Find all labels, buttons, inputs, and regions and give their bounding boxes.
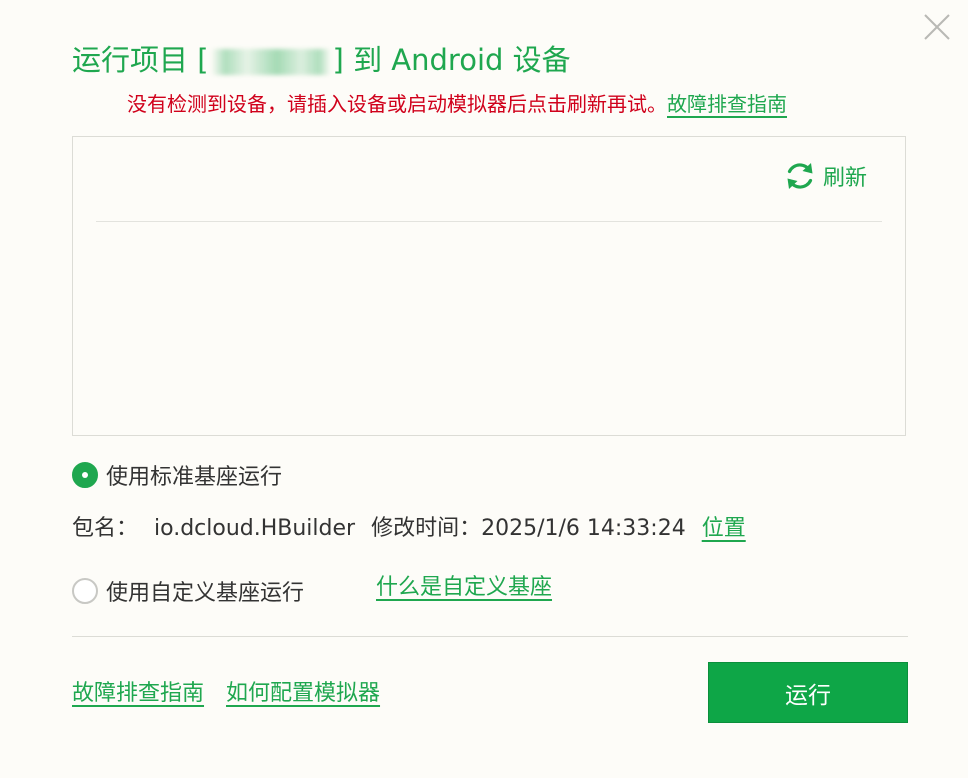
- dialog-title: 运行项目 [ ] 到 Android 设备: [72, 38, 571, 82]
- footer-divider: [72, 636, 908, 637]
- custom-base-label: 使用自定义基座运行: [106, 581, 305, 606]
- warning-troubleshoot-link[interactable]: 故障排查指南: [667, 92, 787, 116]
- standard-base-option[interactable]: 使用标准基座运行: [72, 459, 282, 491]
- modified-value: 2025/1/6 14:33:24: [481, 516, 686, 541]
- footer-troubleshoot-link[interactable]: 故障排查指南: [72, 681, 204, 706]
- package-info: 包名： io.dcloud.HBuilder 修改时间：2025/1/6 14:33…: [72, 512, 746, 546]
- close-icon: [924, 14, 950, 40]
- project-name-redacted: [209, 38, 333, 82]
- what-is-custom-base-link[interactable]: 什么是自定义基座: [376, 571, 552, 605]
- refresh-icon: [787, 163, 813, 189]
- standard-base-label: 使用标准基座运行: [106, 465, 283, 490]
- refresh-label: 刷新: [822, 166, 867, 191]
- warning-text: 没有检测到设备，请插入设备或启动模拟器后点击刷新再试。: [127, 92, 667, 116]
- standard-base-radio[interactable]: [72, 462, 98, 488]
- custom-base-radio[interactable]: [72, 578, 98, 604]
- package-label: 包名：: [72, 516, 139, 541]
- title-suffix: ] 到 Android 设备: [332, 43, 571, 77]
- package-value: io.dcloud.HBuilder: [154, 516, 356, 541]
- panel-divider: [96, 221, 882, 222]
- footer-links: 故障排查指南 如何配置模拟器: [72, 677, 380, 711]
- title-prefix: 运行项目 [: [72, 43, 209, 77]
- location-link[interactable]: 位置: [702, 516, 746, 541]
- run-button[interactable]: 运行: [708, 662, 908, 723]
- refresh-button[interactable]: 刷新: [783, 159, 867, 193]
- custom-base-option[interactable]: 使用自定义基座运行: [72, 575, 304, 607]
- configure-emulator-link[interactable]: 如何配置模拟器: [226, 681, 380, 706]
- close-button[interactable]: [920, 10, 954, 44]
- no-device-warning: 没有检测到设备，请插入设备或启动模拟器后点击刷新再试。故障排查指南: [127, 88, 787, 120]
- device-list-panel: 刷新: [72, 136, 906, 436]
- modified-label: 修改时间：: [371, 516, 482, 541]
